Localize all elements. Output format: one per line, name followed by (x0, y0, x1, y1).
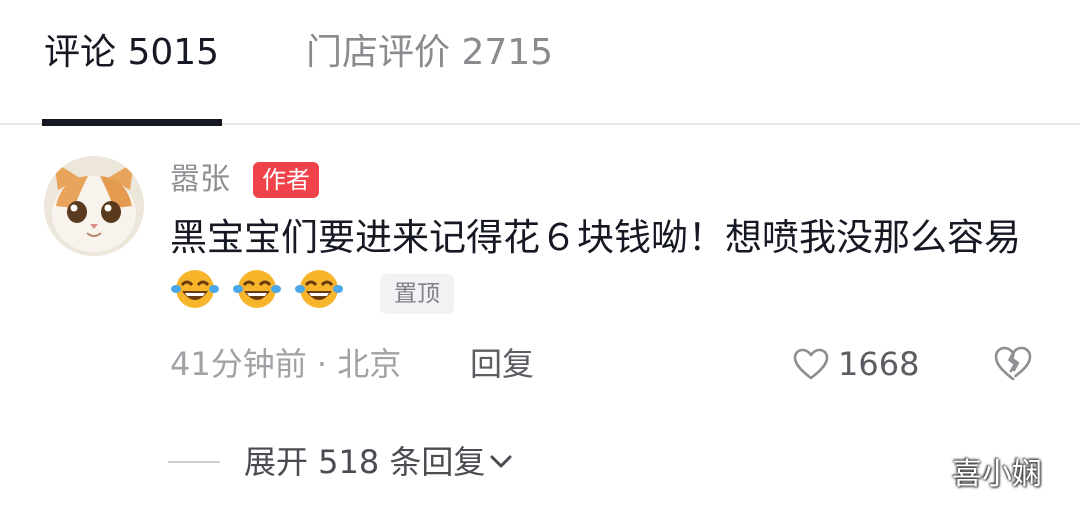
tab-comments[interactable]: 评论 5015 (44, 28, 219, 78)
heart-icon (793, 348, 829, 380)
reply-button[interactable]: 回复 (470, 342, 534, 386)
expand-replies-button[interactable]: 展开 518 条回复 (168, 440, 513, 484)
laughing-tears-emoji (233, 270, 281, 308)
avatar[interactable] (44, 156, 144, 256)
dislike-button[interactable] (993, 345, 1033, 383)
laughing-tears-emoji (295, 270, 343, 308)
watermark: 喜小娴 (952, 457, 1042, 492)
pinned-badge: 置顶 (380, 274, 454, 314)
broken-heart-icon (994, 346, 1032, 381)
cat-avatar-icon (44, 156, 144, 256)
comment-body: 黑宝宝们要进来记得花６块钱呦！想喷我没那么容易置顶 (170, 210, 1030, 320)
laughing-tears-emoji (171, 270, 219, 308)
comment-meta: 41分钟前 · 北京 (170, 345, 402, 383)
comment-text: 黑宝宝们要进来记得花６块钱呦！想喷我没那么容易 (170, 216, 1021, 259)
username[interactable]: 嚣张 (170, 160, 230, 200)
like-button[interactable]: 1668 (792, 342, 919, 386)
chevron-down-icon (490, 455, 512, 468)
expand-divider-line (168, 461, 220, 463)
comment-tabs: 评论 5015 门店评价 2715 (0, 0, 1080, 126)
author-badge: 作者 (253, 162, 319, 198)
expand-replies-label: 展开 518 条回复 (244, 443, 486, 481)
tab-store-reviews[interactable]: 门店评价 2715 (306, 28, 553, 78)
active-tab-indicator (42, 119, 222, 126)
like-count: 1668 (838, 345, 920, 383)
